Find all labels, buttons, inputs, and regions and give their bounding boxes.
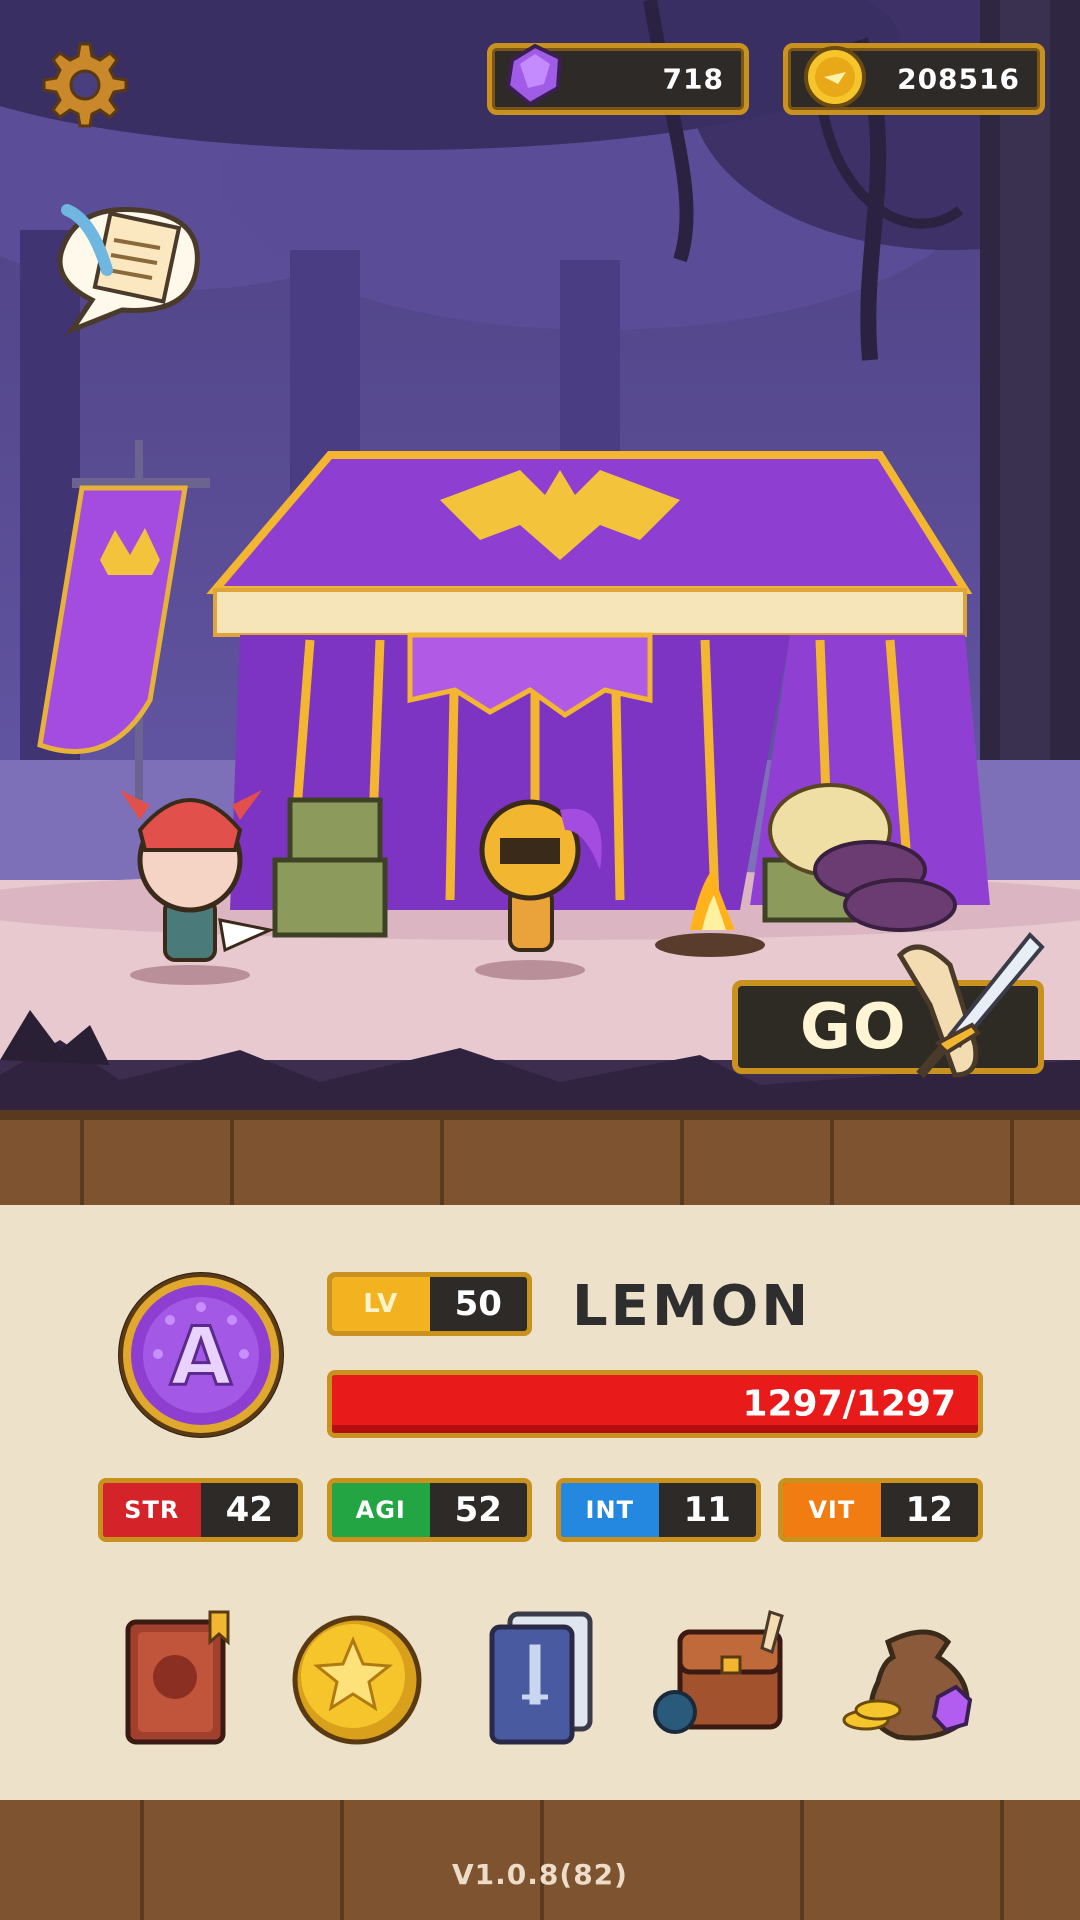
level-badge: LV 50	[327, 1272, 532, 1336]
treasure-sack-icon[interactable]	[838, 1602, 978, 1752]
level-value: 50	[454, 1284, 502, 1324]
gem-icon	[505, 43, 563, 107]
hero-book-icon[interactable]	[110, 1602, 250, 1752]
quest-log-icon[interactable]	[52, 190, 204, 340]
stat-agi-label: AGI	[332, 1483, 430, 1537]
stat-int-label: INT	[561, 1483, 659, 1537]
hp-text: 1297/1297	[742, 1383, 956, 1425]
gold-counter[interactable]: 208516	[783, 43, 1045, 115]
inventory-bag-icon[interactable]	[650, 1602, 790, 1752]
stat-str: STR 42	[98, 1478, 303, 1542]
stat-str-label: STR	[103, 1483, 201, 1537]
rank-emblem[interactable]: A	[118, 1272, 284, 1438]
stat-agi: AGI 52	[327, 1478, 532, 1542]
gem-amount: 718	[662, 62, 724, 96]
stat-vit-value: 12	[905, 1490, 953, 1530]
hero-name: LEMON	[572, 1274, 812, 1339]
hp-bar: 1297/1297	[327, 1370, 983, 1438]
stat-str-value: 42	[225, 1490, 273, 1530]
stat-vit-label: VIT	[783, 1483, 881, 1537]
stat-agi-value: 52	[454, 1490, 502, 1530]
stat-vit: VIT 12	[778, 1478, 983, 1542]
version-label: V1.0.8(82)	[452, 1858, 628, 1891]
settings-gear-icon[interactable]	[40, 40, 130, 130]
card-deck-icon[interactable]	[470, 1602, 610, 1752]
gold-amount: 208516	[897, 62, 1020, 96]
star-coin-icon[interactable]	[285, 1602, 425, 1752]
level-tag: LV	[332, 1277, 430, 1331]
gold-coin-icon	[804, 46, 866, 108]
gem-counter[interactable]: 718	[487, 43, 749, 115]
sword-scroll-icon[interactable]	[880, 925, 1060, 1095]
rank-letter: A	[170, 1310, 232, 1403]
stat-int: INT 11	[556, 1478, 761, 1542]
stat-int-value: 11	[683, 1490, 731, 1530]
